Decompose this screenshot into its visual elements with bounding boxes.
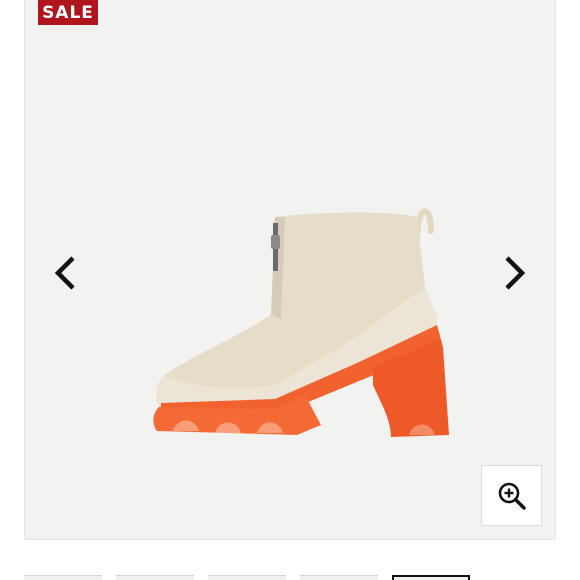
thumbnail-strip	[24, 575, 556, 580]
product-image	[153, 208, 449, 437]
thumbnail-1[interactable]	[24, 575, 102, 580]
thumbnail-2[interactable]	[116, 575, 194, 580]
thumbnail-5[interactable]	[392, 575, 470, 580]
thumbnail-3[interactable]	[208, 575, 286, 580]
zoom-in-icon	[498, 482, 526, 510]
next-image-button[interactable]	[495, 251, 535, 295]
zoom-button[interactable]	[481, 465, 542, 526]
previous-image-button[interactable]	[45, 251, 85, 295]
sale-badge: SALE	[38, 0, 98, 25]
product-image-gallery: SALE	[24, 0, 556, 540]
chevron-left-icon	[54, 256, 75, 290]
chevron-right-icon	[505, 256, 526, 290]
thumbnail-4[interactable]	[300, 575, 378, 580]
